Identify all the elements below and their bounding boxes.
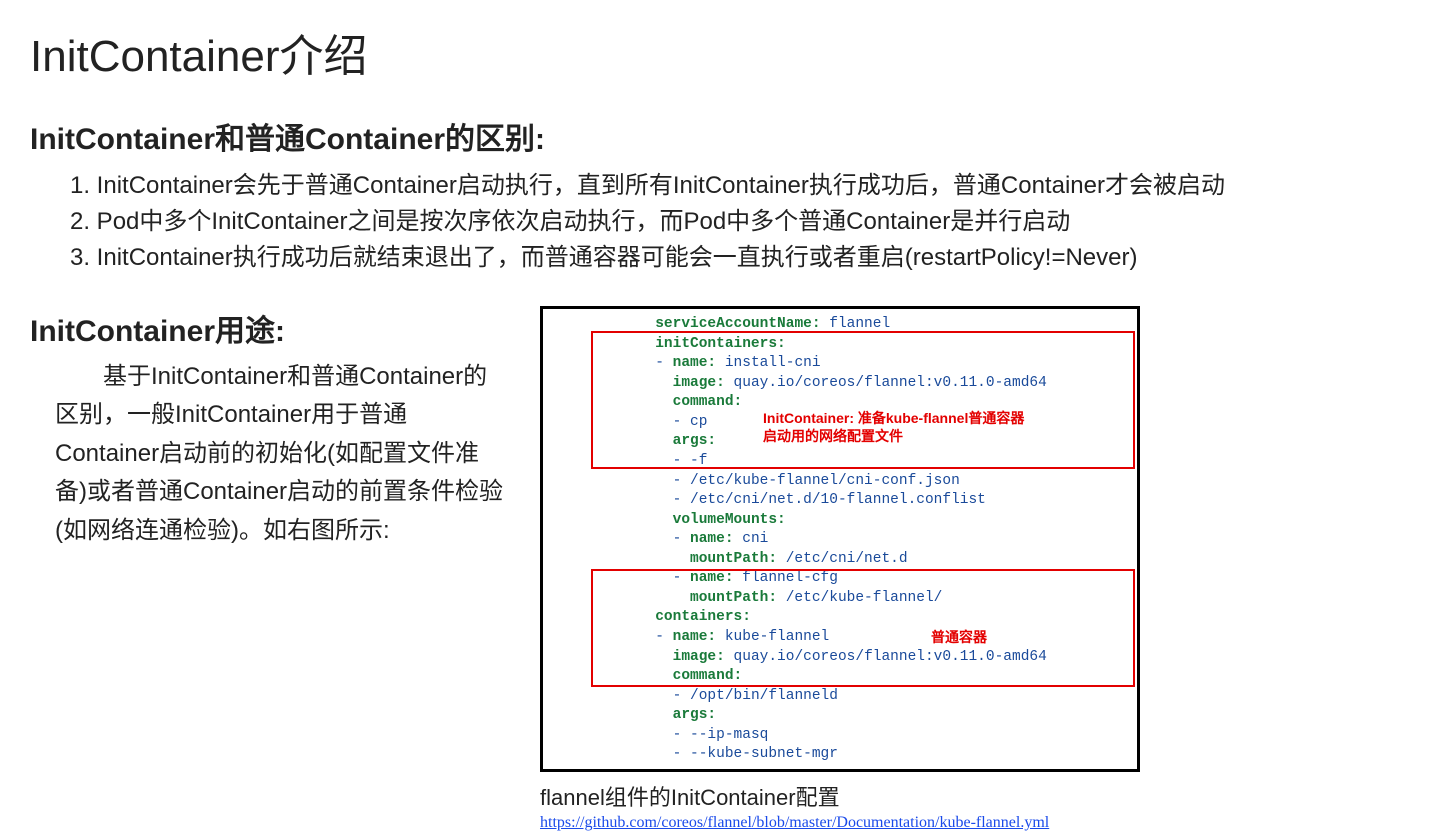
code-line: - name: flannel-cfg	[543, 569, 1137, 589]
code-line: - /etc/cni/net.d/10-flannel.conflist	[543, 491, 1137, 511]
yaml-code-block: InitContainer: 准备kube-flannel普通容器启动用的网络配…	[540, 306, 1140, 772]
code-line: - name: cni	[543, 530, 1137, 550]
code-line: containers:	[543, 608, 1137, 628]
code-line: - /opt/bin/flanneld	[543, 687, 1137, 707]
code-line: - --kube-subnet-mgr	[543, 745, 1137, 765]
code-line: - cp	[543, 413, 1137, 433]
code-line: mountPath: /etc/cni/net.d	[543, 550, 1137, 570]
code-line: initContainers:	[543, 335, 1137, 355]
code-line: - --ip-masq	[543, 726, 1137, 746]
slide-title: InitContainer介绍	[30, 20, 1424, 84]
code-line: image: quay.io/coreos/flannel:v0.11.0-am…	[543, 374, 1137, 394]
code-line: mountPath: /etc/kube-flannel/	[543, 589, 1137, 609]
list-item: 3. InitContainer执行成功后就结束退出了，而普通容器可能会一直执行…	[70, 240, 1424, 276]
source-link[interactable]: https://github.com/coreos/flannel/blob/m…	[540, 814, 1049, 832]
section2-body: 基于InitContainer和普通Container的区别，一般InitCon…	[30, 358, 510, 550]
code-line: - name: kube-flannel	[543, 628, 1137, 648]
list-item: 1. InitContainer会先于普通Container启动执行，直到所有I…	[70, 168, 1424, 204]
code-line: - name: install-cni	[543, 354, 1137, 374]
section1-list: 1. InitContainer会先于普通Container启动执行，直到所有I…	[30, 168, 1424, 276]
code-line: volumeMounts:	[543, 511, 1137, 531]
section2-heading: InitContainer用途:	[30, 306, 510, 350]
code-line: args:	[543, 432, 1137, 452]
code-line: image: quay.io/coreos/flannel:v0.11.0-am…	[543, 648, 1137, 668]
figure-caption: flannel组件的InitContainer配置	[540, 780, 1424, 812]
code-line: command:	[543, 667, 1137, 687]
code-line: command:	[543, 393, 1137, 413]
code-line: - /etc/kube-flannel/cni-conf.json	[543, 472, 1137, 492]
code-line: serviceAccountName: flannel	[543, 315, 1137, 335]
code-line: args:	[543, 706, 1137, 726]
section1-heading: InitContainer和普通Container的区别:	[30, 114, 1424, 158]
list-item: 2. Pod中多个InitContainer之间是按次序依次启动执行，而Pod中…	[70, 204, 1424, 240]
code-line: - -f	[543, 452, 1137, 472]
